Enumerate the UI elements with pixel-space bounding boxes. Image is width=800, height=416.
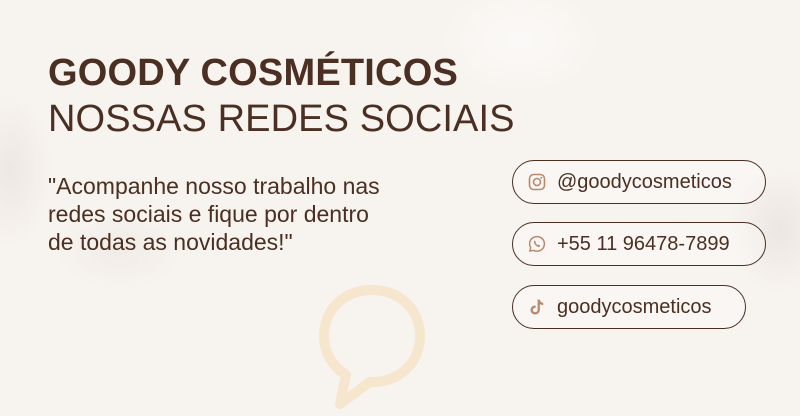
tiktok-icon [527, 297, 547, 317]
whatsapp-number: +55 11 96478-7899 [557, 232, 730, 255]
quote-line: de todas as novidades!" [48, 229, 293, 255]
instagram-handle: @goodycosmeticos [557, 170, 732, 193]
brand-title: GOODY COSMÉTICOS [48, 52, 458, 94]
chat-bubble-watermark-icon [319, 285, 425, 409]
page-subtitle: NOSSAS REDES SOCIAIS [48, 98, 515, 140]
instagram-icon [527, 172, 547, 192]
quote-line: "Acompanhe nosso trabalho nas [48, 173, 380, 199]
instagram-link[interactable]: @goodycosmeticos [512, 160, 766, 204]
quote-text: "Acompanhe nosso trabalho nas redes soci… [48, 172, 448, 256]
whatsapp-icon [527, 234, 547, 254]
tiktok-link[interactable]: goodycosmeticos [512, 285, 746, 329]
tiktok-handle: goodycosmeticos [557, 295, 712, 318]
whatsapp-link[interactable]: +55 11 96478-7899 [512, 222, 766, 266]
quote-line: redes sociais e fique por dentro [48, 201, 369, 227]
